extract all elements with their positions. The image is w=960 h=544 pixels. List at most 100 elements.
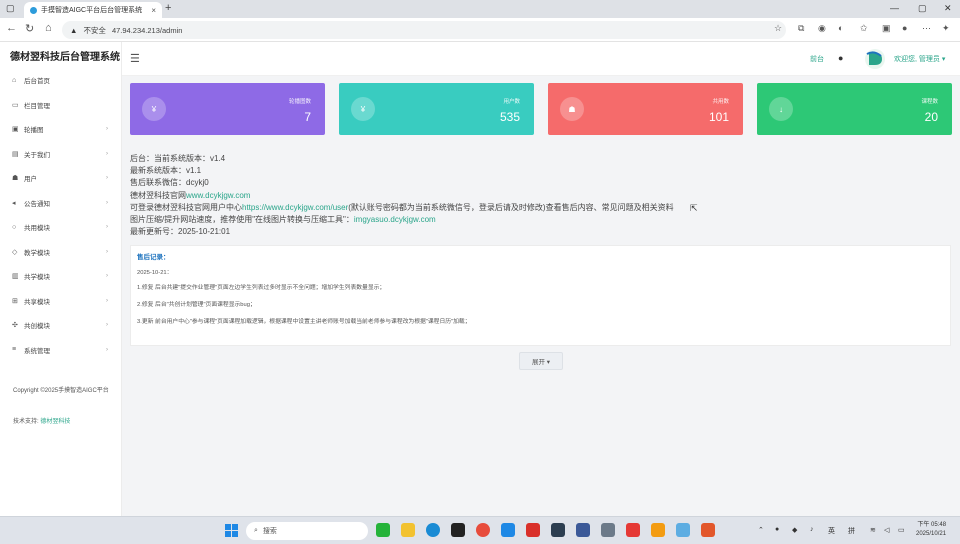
maximize-icon[interactable]: ▢	[918, 3, 927, 14]
minimize-icon[interactable]: —	[890, 3, 899, 13]
tray-app-icon[interactable]: ◆	[792, 526, 797, 534]
search-icon: ⌕	[254, 527, 258, 534]
window-close-icon[interactable]: ✕	[944, 3, 952, 14]
new-tab-icon[interactable]: +	[165, 2, 171, 14]
youdao-icon[interactable]	[526, 523, 540, 537]
browser-tabbar: ▢ 手摸智造AIGC平台后台管理系统 × + — ▢ ✕	[0, 0, 960, 18]
chrome-icon[interactable]	[476, 523, 490, 537]
circle-icon: ○	[12, 223, 17, 231]
expand-button[interactable]: 展开 ▾	[519, 352, 563, 370]
tab-actions-icon[interactable]: ▢	[6, 3, 15, 14]
reload-icon[interactable]: ↻	[25, 22, 34, 35]
photos-icon[interactable]	[501, 523, 515, 537]
clock-date: 2025/10/21	[916, 531, 947, 537]
copilot-icon[interactable]: ✦	[942, 23, 950, 34]
wps-icon[interactable]	[626, 523, 640, 537]
shield-icon[interactable]: ◉	[818, 23, 826, 34]
sidebar-item-label: 共用模块	[24, 225, 50, 233]
sidebar-item-about[interactable]: ▤ 关于我们 ›	[0, 142, 122, 167]
sidebar-item-cocreate[interactable]: ✣ 共创模块 ›	[0, 313, 122, 338]
frontend-link[interactable]: 前台	[810, 54, 824, 64]
user-center-link[interactable]: https://www.dcykjgw.com/user	[242, 203, 348, 212]
stat-label: 轮播图数	[288, 99, 311, 105]
image-icon: ▣	[12, 126, 19, 134]
user-menu[interactable]: 欢迎您, 管理员 ▾	[894, 54, 945, 64]
sidebar-item-columns[interactable]: ▭ 栏目管理	[0, 93, 122, 118]
sidebar-item-label: 共学模块	[24, 274, 50, 282]
notes-icon[interactable]	[651, 523, 665, 537]
sidebar-item-colearn[interactable]: ▥ 共学模块 ›	[0, 264, 122, 289]
sidebar-item-teaching[interactable]: ◇ 教学模块 ›	[0, 240, 122, 265]
browser-tab[interactable]: 手摸智造AIGC平台后台管理系统 ×	[24, 2, 162, 18]
extension-icon[interactable]: ⧉	[798, 23, 804, 34]
sidebar-item-label: 栏目管理	[24, 102, 50, 110]
favorites-icon[interactable]: ✩	[860, 23, 868, 34]
compress-line: 图片压缩/提升网站速度，推荐使用"在线图片转换与压缩工具"：imgyasuo.d…	[130, 215, 436, 225]
update-number: 最新更新号：2025-10-21:01	[130, 227, 231, 237]
chevron-right-icon: ›	[106, 150, 108, 157]
powerpoint-icon[interactable]	[701, 523, 715, 537]
app-icon[interactable]	[576, 523, 590, 537]
qq-icon[interactable]	[676, 523, 690, 537]
sidebar-item-home[interactable]: ⌂ 后台首页	[0, 68, 122, 93]
compress-tool-link[interactable]: imgyasuo.dcykjgw.com	[354, 215, 436, 224]
system-info: 后台：当前系统版本：v1.4 最新系统版本：v1.1 售后联系微信：dcykj0…	[130, 153, 674, 238]
taskbar-search[interactable]: ⌕ 搜索	[246, 522, 368, 540]
settings-icon[interactable]	[601, 523, 615, 537]
yen-icon: ¥	[142, 97, 166, 121]
collection-icon[interactable]: ◐	[838, 23, 843, 33]
microphone-icon[interactable]: ♪	[810, 526, 814, 533]
sidebar-item-label: 教学模块	[24, 249, 50, 257]
speaker-icon: ◂	[12, 199, 16, 207]
edge-icon[interactable]	[426, 523, 440, 537]
folder-icon[interactable]	[401, 523, 415, 537]
home-icon[interactable]: ⌂	[45, 22, 52, 34]
vscode-icon[interactable]	[551, 523, 565, 537]
sidebar-item-cosharing[interactable]: ⊞ 共享模块 ›	[0, 289, 122, 314]
official-site-link[interactable]: www.dcykjgw.com	[186, 191, 250, 200]
menu-toggle-icon[interactable]: ☰	[130, 52, 140, 65]
profile-avatar-icon[interactable]: ●	[902, 23, 907, 33]
home-icon: ⌂	[12, 76, 17, 84]
battery-icon[interactable]: ▭	[898, 526, 905, 534]
sidebar: 德材翌科技后台管理系统 ⌂ 后台首页 ▭ 栏目管理 ▣ 轮播图 › ▤ 关于我们 › ☗ 用户…	[0, 42, 122, 516]
chevron-right-icon: ›	[106, 175, 108, 182]
stat-card-shared: ☗ 共用数 101	[548, 83, 743, 135]
wechat-icon[interactable]	[376, 523, 390, 537]
windows-start-icon[interactable]	[225, 524, 238, 537]
sidebar-item-carousel[interactable]: ▣ 轮播图 ›	[0, 117, 122, 142]
sidebar-item-label: 公告通知	[24, 200, 50, 208]
sidebar-item-notice[interactable]: ◂ 公告通知 ›	[0, 191, 122, 216]
support-line: 技术支持: 德材翌科技	[13, 416, 70, 425]
back-icon[interactable]: ←	[6, 22, 17, 34]
more-icon[interactable]: ⋯	[922, 23, 931, 34]
split-icon[interactable]: ▣	[882, 23, 891, 34]
url-field[interactable]: ▲ 不安全 47.94.234.213/admin	[62, 21, 786, 39]
stat-card-courses: ↓ 课程数 20	[757, 83, 952, 135]
capcut-icon[interactable]	[451, 523, 465, 537]
chevron-up-icon[interactable]: ⌃	[758, 526, 764, 534]
volume-icon[interactable]: ◁	[884, 526, 889, 534]
backend-version: 后台：当前系统版本：v1.4	[130, 154, 226, 163]
sidebar-item-users[interactable]: ☗ 用户 ›	[0, 166, 122, 191]
sidebar-item-system[interactable]: ≡ 系统管理 ›	[0, 338, 122, 363]
sidebar-item-shared-module[interactable]: ○ 共用模块 ›	[0, 215, 122, 240]
warning-icon: ▲	[70, 25, 78, 35]
wifi-icon[interactable]: ≋	[870, 526, 876, 534]
tray-lang[interactable]: 英	[828, 526, 835, 536]
clock[interactable]: 下午 05:48 2025/10/21	[916, 521, 946, 539]
tray-app-icon[interactable]: ●	[775, 526, 779, 533]
support-link[interactable]: 德材翌科技	[40, 419, 70, 425]
close-icon[interactable]: ×	[151, 6, 156, 15]
favorite-star-icon[interactable]: ☆	[774, 23, 782, 34]
tray-ime[interactable]: 拼	[848, 526, 855, 536]
stat-value: 535	[499, 110, 520, 124]
taskbar: ⌕ 搜索 ⌃ ● ◆ ♪ 英 拼 ≋ ◁ ▭ 下午 05:48 2025/10/…	[0, 516, 960, 544]
chevron-right-icon: ›	[106, 126, 108, 133]
grid-icon: ⊞	[12, 297, 18, 305]
sidebar-item-label: 用户	[24, 176, 37, 184]
github-icon[interactable]: ●	[838, 53, 843, 63]
favicon-icon	[30, 6, 37, 14]
login-line: 可登录德材翌科技官网用户中心https://www.dcykjgw.com/us…	[130, 202, 674, 212]
sidebar-menu: ⌂ 后台首页 ▭ 栏目管理 ▣ 轮播图 › ▤ 关于我们 › ☗ 用户 › ◂ 公告通知 › ○ 共用…	[0, 68, 122, 362]
